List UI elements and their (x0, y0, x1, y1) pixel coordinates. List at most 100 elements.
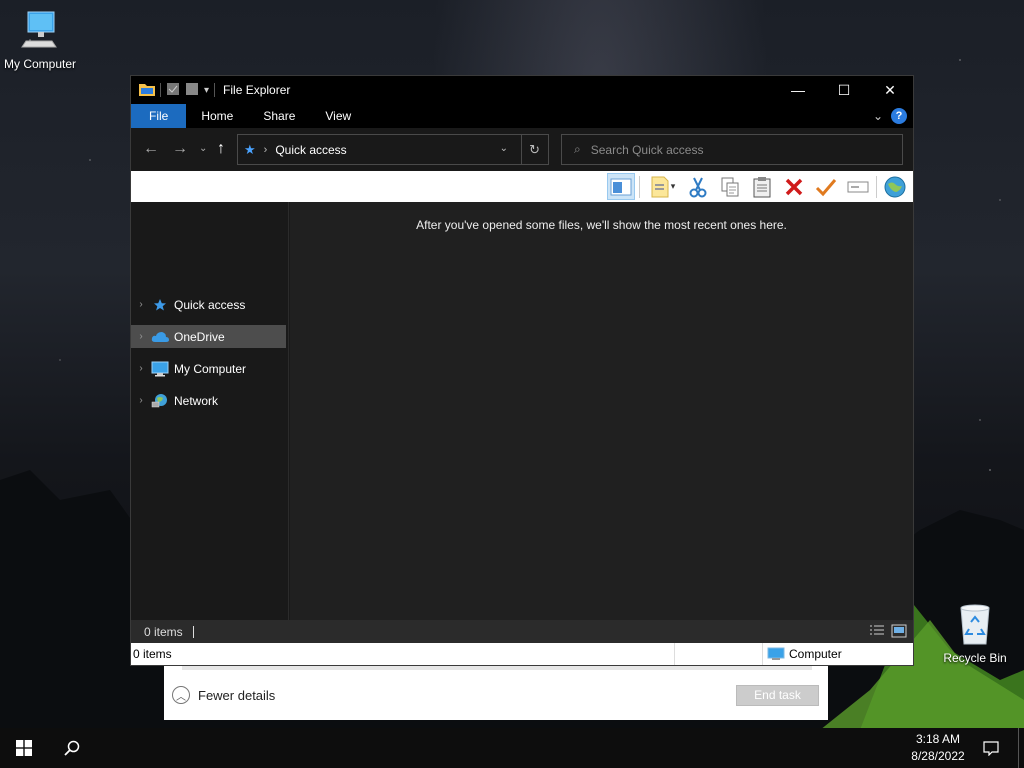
cut-button[interactable] (684, 173, 712, 200)
fewer-details-label: Fewer details (198, 687, 276, 703)
task-manager-window: ︿ Fewer details End task (164, 660, 828, 720)
windows-logo-icon (16, 740, 32, 756)
folder-icon[interactable] (139, 82, 155, 99)
forward-arrow-icon[interactable]: → (172, 140, 188, 158)
window-controls: — ☐ ✕ (775, 76, 913, 104)
chevron-up-icon: ︿ (172, 686, 190, 704)
search-icon: ⌕ (574, 142, 581, 156)
expand-chevron-icon[interactable]: › (131, 331, 151, 342)
details-view-icon[interactable] (869, 624, 885, 641)
properties-icon[interactable] (166, 82, 180, 99)
clipboard-icon (753, 176, 771, 197)
sidebar-item-network[interactable]: › Network (131, 389, 286, 412)
sidebar-item-label: OneDrive (174, 329, 225, 344)
status-location: Computer (763, 647, 842, 661)
desktop-icon-my-computer[interactable]: My Computer (0, 8, 80, 71)
close-button[interactable]: ✕ (867, 76, 913, 104)
show-desktop-button[interactable] (1018, 728, 1019, 768)
paste-button[interactable] (748, 173, 776, 200)
desktop-icon-recycle-bin[interactable]: Recycle Bin (935, 602, 1015, 665)
end-task-button[interactable]: End task (736, 685, 819, 706)
ribbon-tabs: File Home Share View ⌄ ? (131, 104, 913, 128)
computer-icon (767, 647, 785, 660)
start-button[interactable] (0, 728, 48, 768)
maximize-button[interactable]: ☐ (821, 76, 867, 104)
expand-chevron-icon[interactable]: › (131, 363, 151, 374)
status-divider (192, 625, 194, 638)
expand-chevron-icon[interactable]: › (131, 395, 151, 406)
status-item-count: 0 items (131, 643, 675, 665)
horizontal-scrollbar[interactable] (182, 666, 812, 670)
search-input[interactable] (590, 142, 871, 157)
sidebar-item-my-computer[interactable]: › My Computer (131, 357, 286, 380)
command-toolbar: ▾ (131, 171, 913, 202)
recent-locations-chevron-icon[interactable]: ⌄ (199, 143, 207, 154)
star-icon: ★ (244, 141, 256, 157)
confirm-button[interactable] (812, 173, 840, 200)
expand-chevron-icon[interactable]: › (131, 299, 151, 310)
delete-button[interactable] (780, 173, 808, 200)
desktop-icon-label: Recycle Bin (943, 651, 1007, 665)
classic-status-bar: 0 items Computer (131, 643, 913, 665)
expand-ribbon-chevron-icon[interactable]: ⌄ (873, 109, 883, 123)
view-toggle (869, 624, 907, 641)
scissors-icon (689, 177, 707, 197)
breadcrumb-chevron-icon[interactable]: › (264, 144, 268, 156)
file-explorer-window: ▾ File Explorer — ☐ ✕ File Home Share Vi… (130, 75, 914, 666)
sidebar-item-quick-access[interactable]: › Quick access (131, 293, 286, 316)
up-arrow-icon[interactable]: ↑ (217, 140, 225, 158)
customize-qat-icon[interactable]: ▾ (204, 85, 209, 96)
navigation-bar: ← → ⌄ ↑ ★ › Quick access ⌄ ↻ ⌕ (131, 128, 913, 171)
taskbar-search-button[interactable] (48, 728, 96, 768)
globe-icon (884, 176, 906, 197)
rename-button[interactable] (844, 173, 872, 200)
network-globe-button[interactable] (881, 173, 909, 200)
copy-icon (721, 177, 739, 196)
status-location-label: Computer (789, 647, 842, 661)
fewer-details-button[interactable]: ︿ Fewer details (172, 686, 275, 704)
item-count: 0 items (144, 624, 183, 639)
new-item-icon (651, 176, 669, 197)
sidebar-item-label: Network (174, 393, 219, 408)
new-folder-icon[interactable] (185, 82, 199, 99)
navigation-pane: › Quick access › OneDrive › My Computer … (131, 202, 289, 620)
sidebar-item-label: Quick access (174, 297, 246, 312)
tab-file[interactable]: File (131, 104, 187, 128)
search-box[interactable]: ⌕ (561, 134, 903, 165)
preview-pane-button[interactable] (607, 173, 635, 200)
address-dropdown-icon[interactable]: ⌄ (500, 143, 508, 154)
action-center-button[interactable] (976, 728, 1006, 768)
computer-icon (151, 361, 169, 377)
tab-home[interactable]: Home (186, 104, 248, 128)
search-icon (64, 740, 80, 756)
cloud-icon (151, 331, 169, 343)
refresh-icon[interactable]: ↻ (529, 142, 540, 158)
sidebar-item-label: My Computer (174, 361, 247, 376)
new-item-button[interactable]: ▾ (644, 173, 680, 200)
empty-state-message: After you've opened some files, we'll sh… (416, 218, 787, 232)
sidebar-item-onedrive[interactable]: › OneDrive (131, 325, 286, 348)
back-arrow-icon[interactable]: ← (143, 140, 159, 158)
tab-share[interactable]: Share (248, 104, 310, 128)
star-icon (151, 298, 169, 312)
file-list-area[interactable]: After you've opened some files, we'll sh… (290, 202, 913, 620)
title-bar[interactable]: ▾ File Explorer — ☐ ✕ (131, 76, 913, 104)
clock-time: 3:18 AM (915, 732, 961, 746)
system-clock[interactable]: 3:18 AM 8/28/2022 (900, 731, 976, 765)
minimize-button[interactable]: — (775, 76, 821, 104)
rename-icon (847, 181, 869, 192)
quick-access-toolbar: ▾ (131, 82, 216, 99)
taskbar: 3:18 AM 8/28/2022 (0, 728, 1024, 768)
checkmark-icon (815, 178, 837, 196)
delete-x-icon (785, 178, 803, 195)
help-icon[interactable]: ? (891, 108, 907, 124)
recycle-bin-icon (935, 602, 1015, 649)
desktop-icon-label: My Computer (3, 57, 77, 71)
large-icons-view-icon[interactable] (891, 624, 907, 641)
breadcrumb-location[interactable]: Quick access (275, 143, 346, 157)
copy-button[interactable] (716, 173, 744, 200)
tab-view[interactable]: View (310, 104, 366, 128)
preview-pane-icon (610, 178, 632, 195)
address-bar[interactable]: ★ › Quick access ⌄ ↻ (237, 134, 549, 165)
network-icon (151, 393, 169, 409)
